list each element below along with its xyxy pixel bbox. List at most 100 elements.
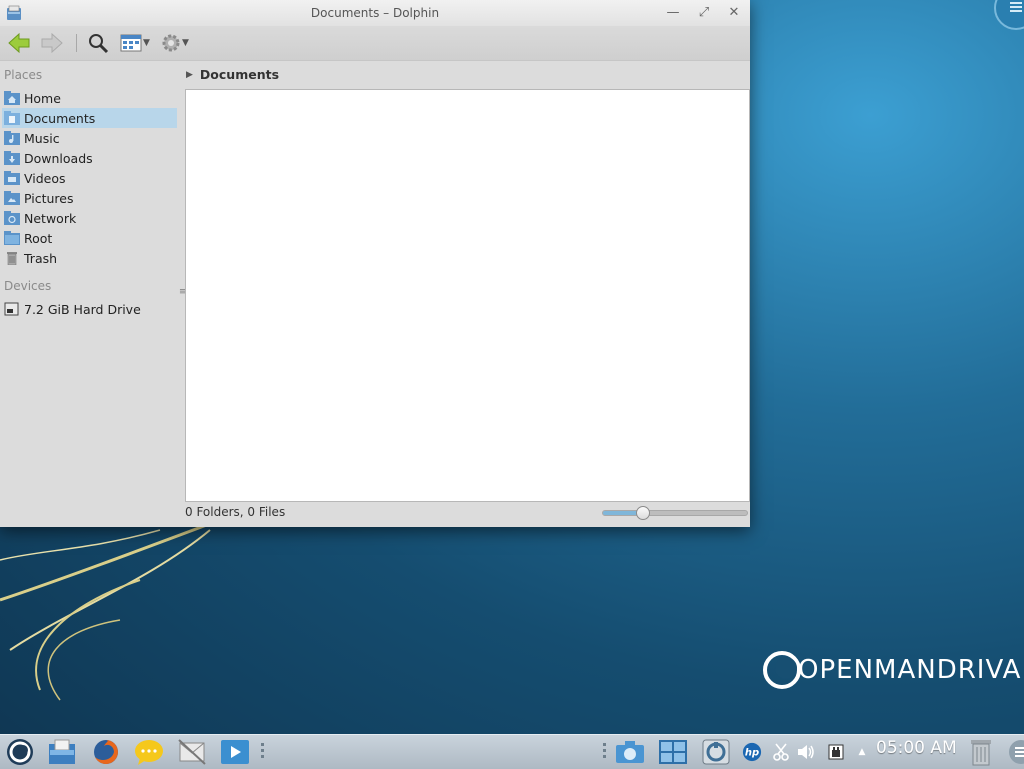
- network-icon: [828, 744, 844, 760]
- svg-text:hp: hp: [745, 748, 759, 759]
- places-item-pictures[interactable]: Pictures: [2, 188, 177, 208]
- network-tray[interactable]: [826, 741, 846, 763]
- app-launcher-button[interactable]: [4, 736, 36, 768]
- menu-icon: [1010, 6, 1022, 8]
- brand-text: OPENMANDRIVA: [798, 655, 1022, 685]
- panel-grip-left[interactable]: [261, 743, 264, 761]
- volume-icon: [798, 745, 814, 759]
- panel-grip-right[interactable]: [603, 743, 606, 761]
- places-item-label: Root: [24, 230, 53, 246]
- folder-icon: [4, 231, 20, 245]
- chevron-up-icon: ▲: [858, 747, 866, 757]
- forward-button[interactable]: [40, 30, 64, 56]
- dolphin-window: Documents – Dolphin — ⤢ ✕ ▼ ▼ Places Hom…: [0, 0, 750, 527]
- openmandriva-logo: OPENMANDRIVA: [762, 650, 1021, 690]
- folder-music-icon: [4, 131, 20, 145]
- hp-printer-icon: hp: [742, 742, 762, 762]
- places-item-label: Home: [24, 90, 61, 106]
- panel-toolbox-button[interactable]: [1000, 736, 1024, 768]
- folder-home-icon: [4, 91, 20, 105]
- places-item-home[interactable]: Home: [2, 88, 177, 108]
- folder-documents-icon: [4, 111, 20, 125]
- chat-icon: [135, 740, 163, 765]
- zoom-slider[interactable]: [602, 506, 748, 520]
- title-bar[interactable]: Documents – Dolphin — ⤢ ✕: [0, 0, 750, 26]
- zoom-slider-handle[interactable]: [636, 506, 651, 520]
- chevron-down-icon: ▼: [182, 38, 189, 48]
- hp-printer-tray[interactable]: hp: [742, 741, 762, 763]
- view-mode-button[interactable]: ▼: [120, 30, 150, 56]
- places-item-downloads[interactable]: Downloads: [2, 148, 177, 168]
- settings-button[interactable]: ▼: [161, 30, 189, 56]
- file-view[interactable]: [185, 89, 750, 502]
- folder-network-icon: [4, 211, 20, 225]
- clipboard-icon: [773, 743, 789, 761]
- app-launcher-icon: [7, 739, 33, 765]
- update-tray-button[interactable]: [700, 736, 732, 768]
- search-button[interactable]: [87, 30, 109, 56]
- status-text: 0 Folders, 0 Files: [185, 505, 286, 519]
- firefox-launcher[interactable]: [90, 736, 122, 768]
- view-icons-icon: [120, 34, 142, 52]
- folder-downloads-icon: [4, 151, 20, 165]
- gear-icon: [162, 34, 180, 52]
- chevron-down-icon: ▼: [143, 38, 150, 48]
- tray-expander[interactable]: ▲: [852, 741, 872, 763]
- taskbar: hp ▲ 05:00 AM: [0, 734, 1024, 769]
- wallpaper-swirl: [0, 520, 221, 701]
- screenshot-tray-button[interactable]: [614, 736, 646, 768]
- toolbar: ▼ ▼: [0, 26, 750, 61]
- desktop-switcher-button[interactable]: [657, 736, 689, 768]
- places-item-music[interactable]: Music: [2, 128, 177, 148]
- chat-launcher[interactable]: [133, 736, 165, 768]
- desktop-switcher-icon: [659, 740, 687, 764]
- network-mail-icon: [178, 739, 206, 765]
- places-item-label: Videos: [24, 170, 66, 186]
- network-mail-launcher[interactable]: [176, 736, 208, 768]
- maximize-button[interactable]: ⤢: [695, 4, 713, 22]
- clipboard-tray[interactable]: [771, 741, 791, 763]
- trash-launcher[interactable]: [965, 736, 997, 768]
- places-item-trash[interactable]: Trash: [2, 248, 177, 268]
- places-item-network[interactable]: Network: [2, 208, 177, 228]
- breadcrumb-arrow-icon[interactable]: ▶: [186, 70, 193, 80]
- close-button[interactable]: ✕: [725, 4, 743, 22]
- places-panel: Places Home Documents Music Downloads Vi…: [0, 61, 180, 527]
- desktop-toolbox-button[interactable]: [994, 0, 1024, 30]
- devices-heading: Devices: [4, 279, 52, 293]
- device-item-hard-drive[interactable]: 7.2 GiB Hard Drive: [2, 299, 177, 319]
- menu-icon: [1009, 740, 1024, 764]
- breadcrumb[interactable]: ▶ Documents: [186, 67, 279, 82]
- breadcrumb-current[interactable]: Documents: [200, 67, 279, 82]
- window-title: Documents – Dolphin: [310, 6, 440, 20]
- trash-icon: [7, 252, 17, 265]
- arrow-left-icon: [8, 32, 30, 54]
- places-item-label: Trash: [24, 250, 58, 266]
- folder-pictures-icon: [4, 191, 20, 205]
- device-item-label: 7.2 GiB Hard Drive: [24, 301, 141, 317]
- places-item-documents[interactable]: Documents: [2, 108, 177, 128]
- media-player-launcher[interactable]: [219, 736, 251, 768]
- toolbar-separator: [76, 34, 77, 52]
- places-item-label: Music: [24, 130, 60, 146]
- file-manager-icon: [49, 739, 75, 764]
- trash-icon: [971, 740, 991, 766]
- screenshot-icon: [616, 741, 644, 763]
- places-heading: Places: [4, 68, 43, 82]
- places-item-label: Network: [24, 210, 77, 226]
- update-icon: [702, 739, 730, 765]
- places-item-label: Documents: [24, 110, 96, 126]
- openmandriva-logo-icon: [763, 651, 801, 689]
- firefox-icon: [94, 740, 118, 764]
- places-item-root[interactable]: Root: [2, 228, 177, 248]
- search-icon: [89, 34, 109, 54]
- places-item-label: Downloads: [24, 150, 93, 166]
- back-button[interactable]: [7, 30, 31, 56]
- minimize-button[interactable]: —: [664, 4, 682, 22]
- places-item-videos[interactable]: Videos: [2, 168, 177, 188]
- file-manager-launcher[interactable]: [46, 736, 78, 768]
- places-item-label: Pictures: [24, 190, 74, 206]
- media-player-icon: [221, 740, 249, 764]
- volume-tray[interactable]: [796, 741, 816, 763]
- clock[interactable]: 05:00 AM: [876, 738, 957, 758]
